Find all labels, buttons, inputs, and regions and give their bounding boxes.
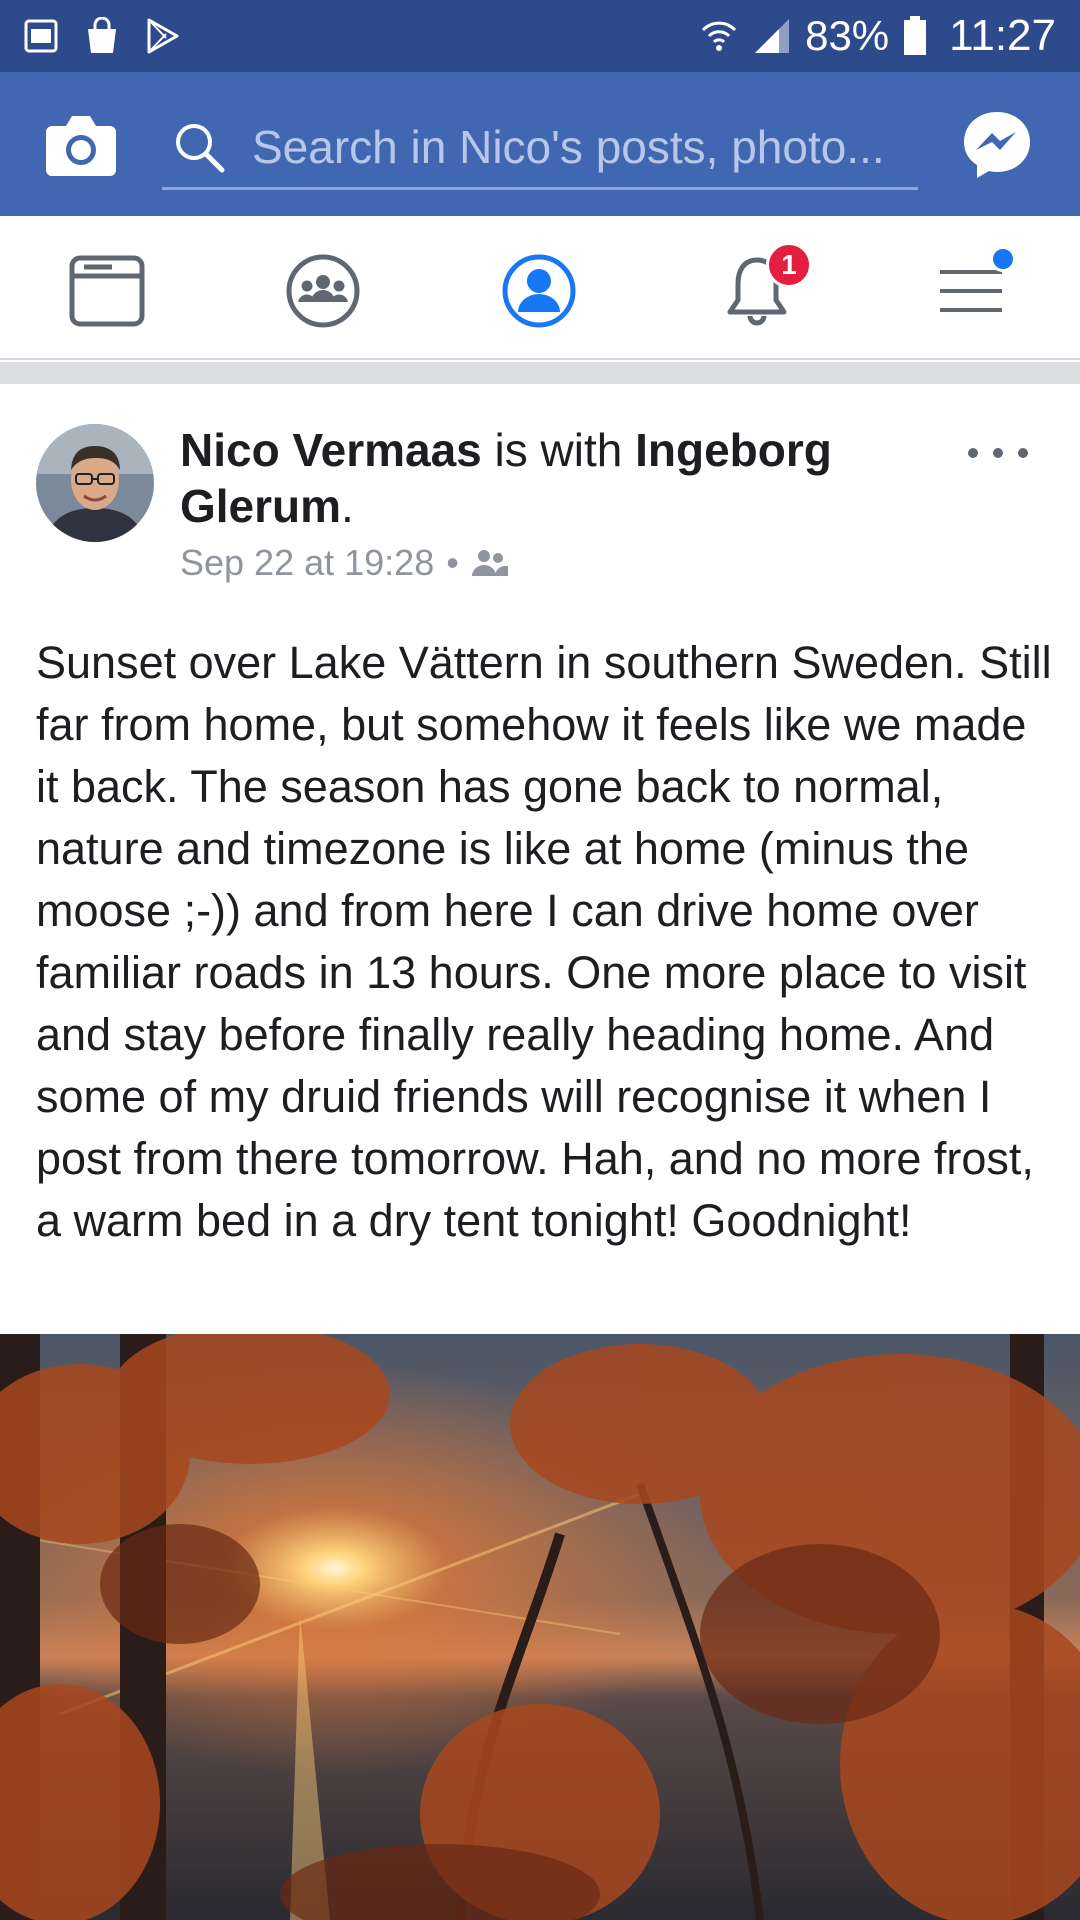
- play-store-icon: [147, 18, 179, 54]
- signal-icon: [755, 19, 790, 53]
- app-header: [0, 72, 1080, 216]
- search-icon: [176, 123, 225, 172]
- post-options-button[interactable]: [968, 438, 1028, 468]
- author-name[interactable]: Nico Vermaas: [180, 424, 482, 476]
- tab-menu[interactable]: [928, 246, 1018, 336]
- post-header: Nico Vermaas is with Ingeborg Glerum. Se…: [180, 422, 860, 584]
- sunset-photo: [0, 1324, 1080, 1920]
- battery-percentage: 83%: [805, 12, 890, 59]
- dot: [1018, 448, 1028, 458]
- battery-icon: [904, 16, 927, 55]
- menu-new-dot: [990, 246, 1016, 272]
- post-photo[interactable]: [0, 1324, 1080, 1920]
- clock: 11:27: [949, 11, 1056, 60]
- status-bar-left: [24, 17, 180, 55]
- post-timestamp[interactable]: Sep 22 at 19:28: [180, 542, 434, 584]
- shopping-bag-icon: [88, 17, 116, 53]
- post: Nico Vermaas is with Ingeborg Glerum. Se…: [0, 384, 1080, 1920]
- gallery-icon: [24, 19, 58, 53]
- title-period: .: [341, 480, 354, 532]
- notification-badge: 1: [766, 242, 812, 288]
- post-text: Sunset over Lake Vättern in southern Swe…: [36, 637, 1052, 1246]
- dot: [993, 448, 1003, 458]
- tab-bar: 1: [0, 216, 1080, 360]
- friends-icon: [471, 550, 508, 576]
- avatar[interactable]: [36, 424, 154, 542]
- profile-icon: [502, 254, 576, 328]
- avatar-image: [36, 424, 154, 542]
- meta-separator: •: [446, 542, 459, 583]
- tab-news-feed[interactable]: [62, 246, 152, 336]
- messenger-icon: [964, 112, 1030, 178]
- with-text: is with: [494, 424, 623, 476]
- search-input[interactable]: [252, 119, 918, 174]
- dot: [968, 448, 978, 458]
- camera-icon: [46, 116, 116, 176]
- feed-divider: [0, 362, 1080, 384]
- messenger-button[interactable]: [960, 108, 1034, 182]
- tab-groups[interactable]: [278, 246, 368, 336]
- tab-profile[interactable]: [494, 246, 584, 336]
- screen: 83% 11:27 Search in Nico's posts, photo.…: [0, 0, 1080, 1920]
- wifi-icon: [702, 21, 737, 51]
- status-bar: 83% 11:27: [0, 0, 1080, 72]
- post-title: Nico Vermaas is with Ingeborg Glerum.: [180, 422, 860, 534]
- news-feed-icon: [69, 255, 145, 327]
- tab-notifications[interactable]: 1: [712, 242, 812, 336]
- groups-icon: [286, 254, 360, 328]
- status-bar-right: 83% 11:27: [699, 11, 1056, 61]
- search-bar[interactable]: [162, 106, 918, 190]
- camera-button[interactable]: [44, 112, 118, 178]
- post-meta: Sep 22 at 19:28 •: [180, 542, 860, 584]
